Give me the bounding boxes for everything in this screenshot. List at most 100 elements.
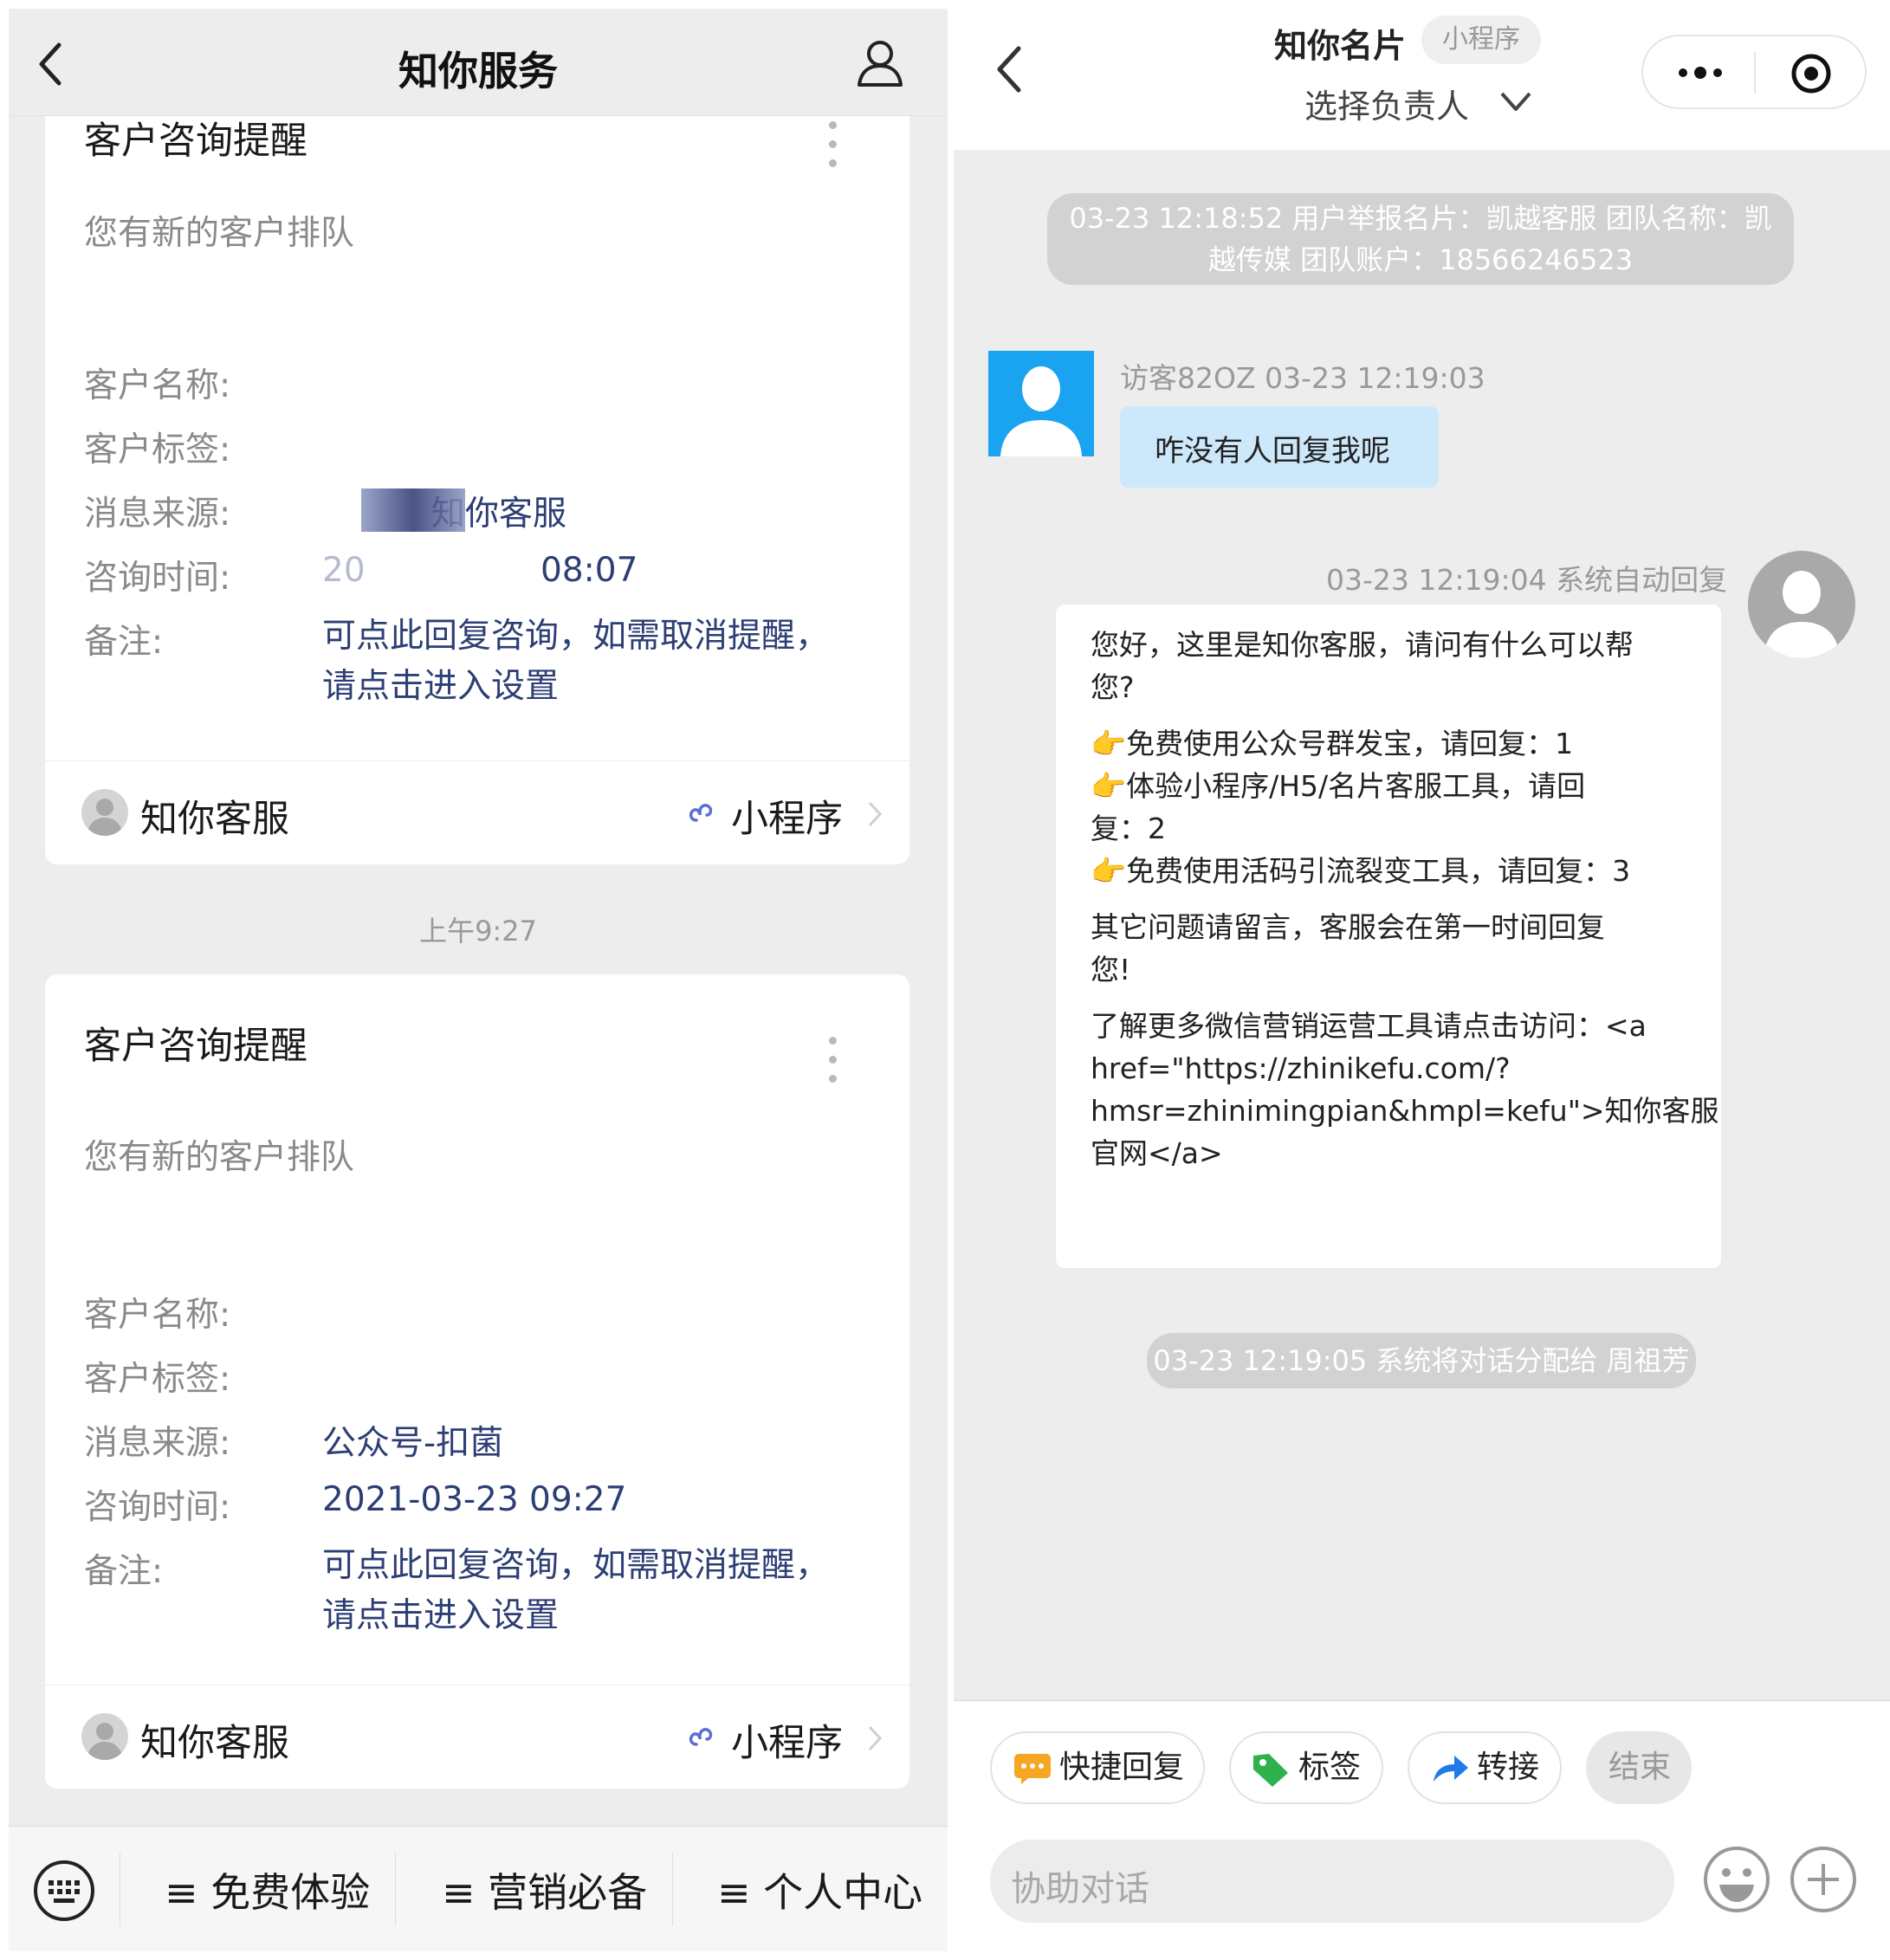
profile-icon[interactable] bbox=[852, 35, 908, 90]
label-note: 备注: bbox=[84, 1552, 164, 1591]
quick-reply-button[interactable]: 快捷回复 bbox=[990, 1731, 1205, 1804]
emoji-icon[interactable] bbox=[1702, 1845, 1771, 1914]
more-menu-icon[interactable] bbox=[829, 1037, 838, 1094]
card-subtitle: 您有新的客户排队 bbox=[84, 214, 355, 253]
label-customer-name: 客户名称: bbox=[84, 1296, 231, 1335]
auto-reply-line: 您! bbox=[1091, 953, 1131, 986]
capsule-menu bbox=[1641, 35, 1867, 109]
note-line: 可点此回复咨询，如需取消提醒， bbox=[322, 617, 830, 656]
message-source-value: 公众号-扣菌 bbox=[322, 1424, 504, 1463]
card-footer[interactable]: 知你客服 小程序 bbox=[45, 1685, 909, 1789]
chevron-right-icon bbox=[868, 801, 883, 827]
auto-reply-line: 其它问题请留言，客服会在第一时间回复 bbox=[1091, 910, 1605, 944]
label-consult-time: 咨询时间: bbox=[84, 1488, 231, 1527]
transfer-button[interactable]: 转接 bbox=[1408, 1731, 1562, 1804]
page-title: 知你服务 bbox=[398, 48, 558, 94]
notification-card[interactable]: 客户咨询提醒 您有新的客户排队 客户名称: 客户标签: 消息来源: 公众号-扣菌… bbox=[45, 974, 909, 1789]
auto-reply-line bbox=[1091, 991, 1697, 1005]
visitor-avatar-icon bbox=[988, 351, 1094, 456]
select-owner-dropdown[interactable]: 选择负责人 bbox=[1304, 80, 1531, 132]
note-text[interactable]: 可点此回复咨询，如需取消提醒， 请点击进入设置 bbox=[322, 611, 859, 712]
bottom-menu-bar: ≡ 免费体验 ≡ 营销必备 ≡ 个人中心 bbox=[9, 1826, 948, 1951]
label-message-source: 消息来源: bbox=[84, 495, 231, 534]
end-label: 结束 bbox=[1608, 1750, 1672, 1785]
card-title: 客户咨询提醒 bbox=[84, 1025, 307, 1068]
more-options-icon[interactable] bbox=[1674, 61, 1726, 85]
auto-reply-line bbox=[1091, 708, 1697, 722]
auto-reply-line: 您? bbox=[1091, 670, 1135, 704]
chat-title: 知你名片 bbox=[1274, 27, 1407, 65]
capsule-divider bbox=[1754, 52, 1756, 94]
message-timestamp: 上午9:27 bbox=[419, 915, 537, 948]
note-line: 请点击进入设置 bbox=[322, 1596, 560, 1635]
assist-chat-placeholder: 协助对话 bbox=[1011, 1869, 1149, 1909]
add-icon[interactable] bbox=[1789, 1845, 1858, 1914]
auto-reply-bubble[interactable]: 您好，这里是知你客服，请问有什么可以帮 您? 👉免费使用公众号群发宝，请回复：1 👉体… bbox=[1056, 605, 1721, 1268]
note-line: 请点击进入设置 bbox=[322, 667, 560, 706]
service-avatar-icon bbox=[81, 789, 128, 836]
more-menu-icon[interactable] bbox=[829, 121, 838, 178]
visitor-message-text: 咋没有人回复我呢 bbox=[1155, 434, 1390, 469]
visitor-message-bubble[interactable]: 咋没有人回复我呢 bbox=[1120, 406, 1439, 488]
auto-reply-line: href="https://zhinikefu.com/? bbox=[1091, 1051, 1511, 1085]
right-header: 知你名片 小程序 选择负责人 bbox=[954, 0, 1890, 150]
label-message-source: 消息来源: bbox=[84, 1424, 231, 1463]
mini-program-icon bbox=[689, 804, 713, 822]
menu-divider bbox=[672, 1853, 673, 1926]
back-icon[interactable] bbox=[993, 43, 1027, 95]
chevron-right-icon bbox=[868, 1725, 883, 1751]
mini-program-label: 小程序 bbox=[731, 1722, 843, 1765]
redacted-source bbox=[361, 488, 465, 532]
menu-divider bbox=[395, 1853, 396, 1926]
chevron-down-icon bbox=[1500, 92, 1531, 111]
transfer-label: 转接 bbox=[1477, 1750, 1540, 1785]
quick-reply-icon bbox=[1014, 1754, 1051, 1784]
auto-reply-line: 官网</a> bbox=[1091, 1136, 1223, 1170]
left-header: 知你服务 bbox=[9, 9, 948, 116]
end-button[interactable]: 结束 bbox=[1586, 1731, 1692, 1804]
note-line: 可点此回复咨询，如需取消提醒， bbox=[322, 1546, 830, 1585]
tag-label: 标签 bbox=[1298, 1750, 1362, 1785]
consult-time-prefix: 20 bbox=[322, 551, 366, 590]
card-title: 客户咨询提醒 bbox=[84, 120, 307, 163]
chat-input-bar: 快捷回复 标签 转接 结束 协助对话 bbox=[954, 1700, 1890, 1960]
menu-free-trial[interactable]: ≡ 免费体验 bbox=[165, 1861, 370, 1918]
note-text[interactable]: 可点此回复咨询，如需取消提醒， 请点击进入设置 bbox=[322, 1541, 859, 1641]
auto-reply-line: 了解更多微信营销运营工具请点击访问：<a bbox=[1091, 1009, 1647, 1043]
system-notice-line: 03-23 12:18:52 用户举报名片：凯越客服 团队名称：凯 bbox=[1069, 202, 1772, 235]
card-footer[interactable]: 知你客服 小程序 bbox=[45, 760, 909, 864]
wechat-service-account-panel: 知你服务 客户咨询提醒 您有新的客户排队 客户名称: 客户标签: 消息来源: 知… bbox=[9, 9, 948, 1951]
system-notice-line: 越传媒 团队账户：18566246523 bbox=[1207, 243, 1634, 276]
service-name: 知你客服 bbox=[140, 1722, 289, 1765]
mini-program-chat-panel: 知你名片 小程序 选择负责人 03-23 12:18:52 用户举报名片：凯越客… bbox=[954, 0, 1890, 1960]
chat-message-area[interactable]: 03-23 12:18:52 用户举报名片：凯越客服 团队名称：凯 越传媒 团队… bbox=[954, 150, 1890, 1700]
select-owner-label: 选择负责人 bbox=[1304, 87, 1470, 126]
mini-program-icon bbox=[689, 1728, 713, 1746]
auto-reply-line: 👉体验小程序/H5/名片客服工具，请回 bbox=[1091, 769, 1586, 803]
assist-chat-input[interactable]: 协助对话 bbox=[990, 1840, 1674, 1923]
auto-reply-line: 复：2 bbox=[1091, 812, 1166, 845]
agent-avatar-icon bbox=[1748, 551, 1855, 658]
menu-marketing[interactable]: ≡ 营销必备 bbox=[442, 1861, 647, 1918]
auto-reply-line bbox=[1091, 892, 1697, 906]
auto-reply-meta: 03-23 12:19:04 系统自动回复 bbox=[1326, 563, 1728, 597]
mini-program-label: 小程序 bbox=[731, 798, 843, 841]
system-notice: 03-23 12:19:05 系统将对话分配给 周祖芳 bbox=[1147, 1333, 1696, 1388]
service-name: 知你客服 bbox=[140, 798, 289, 841]
card-subtitle: 您有新的客户排队 bbox=[84, 1138, 355, 1177]
visitor-meta: 访客82OZ 03-23 12:19:03 bbox=[1120, 361, 1485, 395]
menu-personal-center[interactable]: ≡ 个人中心 bbox=[717, 1861, 922, 1918]
auto-reply-text: 您好，这里是知你客服，请问有什么可以帮 您? 👉免费使用公众号群发宝，请回复：1 👉体… bbox=[1091, 624, 1719, 1174]
label-note: 备注: bbox=[84, 623, 164, 662]
system-notice: 03-23 12:18:52 用户举报名片：凯越客服 团队名称：凯 越传媒 团队… bbox=[1047, 193, 1794, 285]
auto-reply-line: 👉免费使用公众号群发宝，请回复：1 bbox=[1091, 727, 1574, 760]
mini-program-badge: 小程序 bbox=[1421, 16, 1541, 64]
close-mini-program-icon[interactable] bbox=[1790, 53, 1832, 94]
tag-button[interactable]: 标签 bbox=[1229, 1731, 1383, 1804]
transfer-icon bbox=[1434, 1756, 1468, 1782]
redacted-customer-name bbox=[305, 362, 461, 400]
consult-time-value: 2021-03-23 09:27 bbox=[322, 1480, 627, 1519]
keyboard-icon[interactable] bbox=[31, 1858, 97, 1924]
notification-card[interactable]: 客户咨询提醒 您有新的客户排队 客户名称: 客户标签: 消息来源: 知你客服 咨… bbox=[45, 43, 909, 864]
consult-time-suffix: 08:07 bbox=[540, 551, 638, 590]
